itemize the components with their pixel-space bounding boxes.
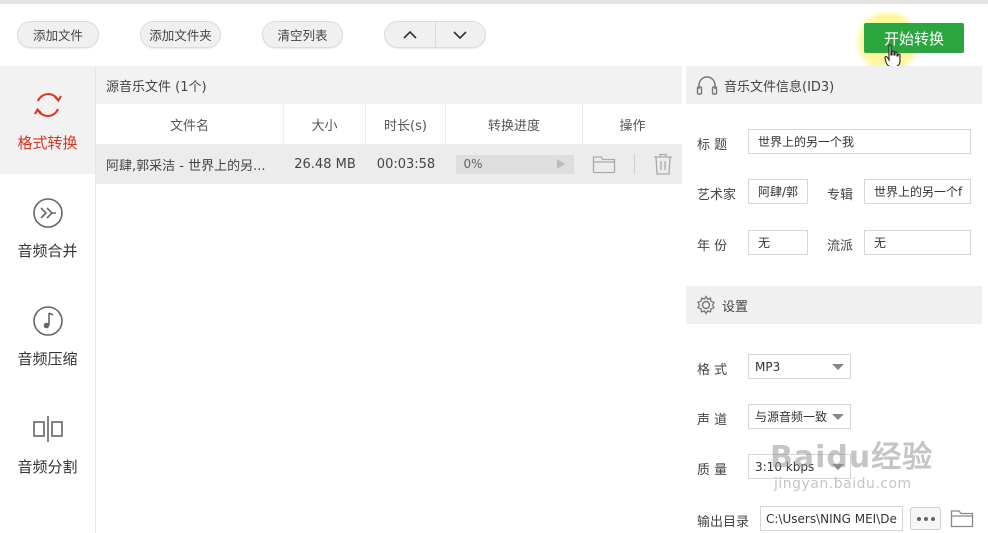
caret-down-icon bbox=[832, 363, 844, 370]
caret-down-icon bbox=[832, 413, 844, 420]
format-select[interactable]: MP3 bbox=[748, 354, 851, 379]
row-actions bbox=[583, 144, 682, 184]
format-label: 格 式 bbox=[697, 363, 728, 378]
progress-bar: 0% bbox=[455, 154, 574, 174]
sidebar-item-audio-split[interactable]: 音频分割 bbox=[0, 390, 95, 498]
channel-select[interactable]: 与源音频一致 bbox=[748, 404, 851, 429]
sidebar-item-label: 格式转换 bbox=[17, 133, 78, 152]
move-down-button[interactable] bbox=[434, 22, 486, 47]
chevron-up-icon bbox=[403, 30, 417, 39]
music-note-icon bbox=[32, 305, 63, 336]
sidebar-item-label: 音频合并 bbox=[17, 241, 78, 260]
id3-section-title: 音乐文件信息(ID3) bbox=[724, 79, 835, 95]
sidebar: 格式转换 音频合并 音频压缩 音频分割 bbox=[0, 66, 96, 533]
settings-section-header: 设置 bbox=[686, 286, 982, 324]
album-label: 专辑 bbox=[827, 188, 854, 203]
start-convert-button[interactable]: 开始转换 bbox=[864, 23, 964, 53]
toolbar: 添加文件 添加文件夹 清空列表 开始转换 bbox=[0, 0, 988, 72]
sidebar-item-label: 音频分割 bbox=[17, 457, 78, 476]
format-value: MP3 bbox=[755, 359, 781, 374]
genre-label: 流派 bbox=[827, 239, 854, 254]
hand-cursor-icon bbox=[884, 44, 901, 68]
move-buttons bbox=[384, 21, 486, 48]
column-header-size[interactable]: 大小 bbox=[284, 104, 366, 144]
play-icon[interactable] bbox=[556, 158, 566, 170]
merge-icon bbox=[32, 197, 63, 228]
clear-list-button[interactable]: 清空列表 bbox=[262, 21, 343, 48]
channel-value: 与源音频一致 bbox=[755, 410, 828, 424]
output-dir-field[interactable]: C:\Users\NING MEI\De bbox=[760, 506, 903, 531]
year-field[interactable]: 无 bbox=[748, 230, 808, 255]
column-header-actions: 操作 bbox=[619, 118, 646, 134]
sidebar-item-label: 音频压缩 bbox=[17, 349, 78, 368]
split-icon bbox=[32, 415, 63, 442]
title-label: 标 题 bbox=[697, 138, 728, 153]
row-duration: 00:03:58 bbox=[376, 156, 436, 172]
album-field[interactable]: 世界上的另一个f bbox=[864, 179, 971, 204]
progress-text: 0% bbox=[463, 157, 483, 171]
id3-section-header: 音乐文件信息(ID3) bbox=[686, 66, 982, 104]
column-header-duration[interactable]: 时长(s) bbox=[366, 104, 446, 144]
genre-field[interactable]: 无 bbox=[864, 230, 971, 255]
watermark: Baidu经验 jingyan.baidu.com bbox=[770, 432, 933, 492]
folder-icon[interactable] bbox=[592, 154, 616, 174]
row-size: 26.48 MB bbox=[294, 156, 356, 172]
dot bbox=[916, 516, 921, 521]
gear-icon bbox=[697, 295, 715, 315]
row-filename: 阿肆,郭采洁 - 世界上的另... bbox=[106, 158, 266, 174]
dot bbox=[930, 516, 935, 521]
output-dir-label: 输出目录 bbox=[697, 515, 750, 530]
title-field[interactable]: 世界上的另一个我 bbox=[748, 129, 971, 154]
year-label: 年 份 bbox=[697, 239, 728, 254]
trash-icon[interactable] bbox=[653, 153, 673, 175]
divider bbox=[634, 154, 635, 174]
chevron-down-icon bbox=[453, 30, 467, 39]
open-folder-icon[interactable] bbox=[950, 508, 974, 528]
browse-button[interactable] bbox=[910, 507, 941, 530]
row-progress: 0% bbox=[446, 144, 583, 184]
artist-field[interactable]: 阿肆/郭 bbox=[748, 179, 808, 204]
table-row[interactable]: 阿肆,郭采洁 - 世界上的另... 26.48 MB 00:03:58 0% bbox=[96, 144, 682, 184]
settings-section-title: 设置 bbox=[722, 299, 749, 315]
sidebar-item-audio-merge[interactable]: 音频合并 bbox=[0, 174, 95, 282]
sidebar-item-format-convert[interactable]: 格式转换 bbox=[0, 66, 95, 174]
refresh-icon bbox=[33, 92, 62, 117]
move-up-button[interactable] bbox=[385, 22, 435, 47]
watermark-url: jingyan.baidu.com bbox=[774, 476, 912, 492]
channel-label: 声 道 bbox=[697, 413, 728, 428]
file-list-header: 源音乐文件 (1个) bbox=[96, 66, 682, 104]
add-folder-button[interactable]: 添加文件夹 bbox=[140, 21, 221, 48]
headphones-icon bbox=[696, 76, 718, 95]
artist-label: 艺术家 bbox=[697, 188, 737, 203]
column-header-progress[interactable]: 转换进度 bbox=[446, 104, 583, 144]
add-file-button[interactable]: 添加文件 bbox=[17, 21, 99, 48]
watermark-brand: Baidu经验 bbox=[770, 440, 934, 475]
dot bbox=[923, 516, 928, 521]
column-header-filename[interactable]: 文件名 bbox=[96, 104, 284, 144]
sidebar-item-audio-compress[interactable]: 音频压缩 bbox=[0, 282, 95, 390]
quality-label: 质 量 bbox=[697, 463, 728, 478]
file-list-columns: 文件名 大小 时长(s) 转换进度 操作 bbox=[96, 104, 682, 144]
